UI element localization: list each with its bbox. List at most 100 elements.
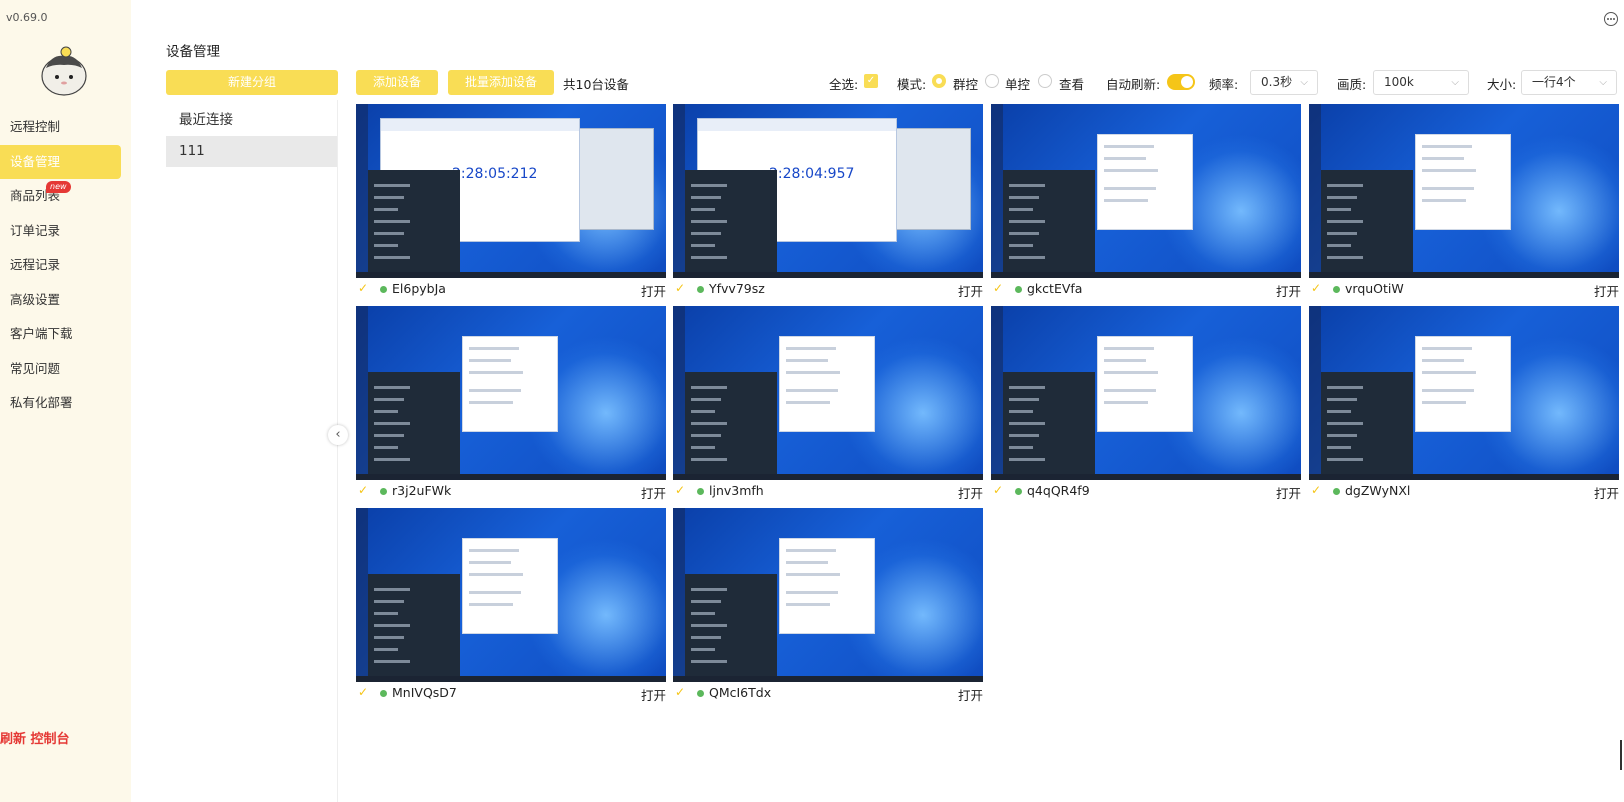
desktop-icons-column [356, 508, 368, 682]
device-screen-thumbnail[interactable] [1309, 104, 1619, 278]
mode-label: 模式: [897, 77, 927, 92]
sidebar-item-device-management[interactable]: 设备管理 [0, 144, 121, 179]
sidebar-item-client-download[interactable]: 客户端下载 [0, 317, 131, 352]
device-card[interactable]: ✓ gkctEVfa 打开 [991, 104, 1301, 300]
mode-view-radio[interactable] [1038, 74, 1052, 88]
quality-select[interactable]: 100k ⌵ [1373, 70, 1469, 95]
desktop-icons-column [673, 104, 685, 278]
device-card[interactable]: ✓ dgZWyNXl 打开 [1309, 306, 1619, 502]
taskbar [356, 676, 666, 682]
selected-check-icon[interactable]: ✓ [993, 281, 1003, 295]
open-device-button[interactable]: 打开 [958, 281, 983, 300]
open-device-button[interactable]: 打开 [1276, 483, 1301, 502]
device-caption: ✓ q4qQR4f9 打开 [991, 482, 1301, 502]
frequency-value: 0.3秒 [1261, 75, 1293, 89]
selected-check-icon[interactable]: ✓ [358, 281, 368, 295]
device-caption: ✓ r3j2uFWk 打开 [356, 482, 666, 502]
select-all-checkbox[interactable]: ✓ [864, 74, 878, 88]
device-card[interactable]: ✓ MnIVQsD7 打开 [356, 508, 666, 704]
device-card[interactable]: ✓ QMcI6Tdx 打开 [673, 508, 983, 704]
group-item-111[interactable]: 111 [166, 136, 337, 167]
device-screen-thumbnail[interactable] [356, 306, 666, 480]
device-screen-thumbnail[interactable]: 2:28:05:212 [356, 104, 666, 278]
sidebar-item-remote-control[interactable]: 远程控制 [0, 110, 131, 145]
app-dialog-window [1415, 336, 1511, 432]
open-device-button[interactable]: 打开 [641, 483, 666, 502]
scrollbar[interactable] [1620, 740, 1622, 770]
selected-check-icon[interactable]: ✓ [358, 685, 368, 699]
auto-refresh-label: 自动刷新: [1106, 77, 1161, 92]
open-device-button[interactable]: 打开 [1594, 483, 1619, 502]
new-group-button[interactable]: 新建分组 [166, 70, 338, 95]
sidebar-item-label: 设备管理 [10, 153, 61, 169]
mode-single-radio[interactable] [985, 74, 999, 88]
selected-check-icon[interactable]: ✓ [675, 281, 685, 295]
device-card[interactable]: 2:28:05:212 ✓ El6pybJa 打开 [356, 104, 666, 300]
device-card[interactable]: ✓ vrquOtiW 打开 [1309, 104, 1619, 300]
open-device-button[interactable]: 打开 [1594, 281, 1619, 300]
frequency-label: 频率: [1209, 77, 1239, 92]
mode-view-label[interactable]: 查看 [1059, 74, 1084, 93]
open-device-button[interactable]: 打开 [641, 685, 666, 704]
device-screen-thumbnail[interactable]: 2:28:04:957 [673, 104, 983, 278]
open-device-button[interactable]: 打开 [641, 281, 666, 300]
device-card[interactable]: ✓ r3j2uFWk 打开 [356, 306, 666, 502]
mode-group-label[interactable]: 群控 [953, 74, 978, 93]
open-device-button[interactable]: 打开 [958, 483, 983, 502]
online-status-dot [1333, 286, 1340, 293]
selected-check-icon[interactable]: ✓ [675, 483, 685, 497]
start-menu-panel [1003, 372, 1095, 474]
start-menu-panel [368, 372, 460, 474]
auto-refresh-toggle[interactable] [1167, 74, 1195, 90]
device-card[interactable]: ✓ ljnv3mfh 打开 [673, 306, 983, 502]
group-item-recent[interactable]: 最近连接 [166, 105, 337, 136]
device-card[interactable]: 2:28:04:957 ✓ Yfvv79sz 打开 [673, 104, 983, 300]
size-select[interactable]: 一行4个 ⌵ [1521, 70, 1617, 95]
app-window: v0.69.0 远程控制 设备管理 商品列表 new 订单记录 远程记录 高级设置… [0, 0, 1624, 802]
device-screen-thumbnail[interactable] [1309, 306, 1619, 480]
frequency-select[interactable]: 0.3秒 ⌵ [1250, 70, 1318, 95]
chevron-left-icon: ‹ [335, 427, 341, 442]
app-dialog-window [1097, 336, 1193, 432]
mode-single-label[interactable]: 单控 [1005, 74, 1030, 93]
device-card[interactable]: ✓ q4qQR4f9 打开 [991, 306, 1301, 502]
device-screen-thumbnail[interactable] [991, 306, 1301, 480]
sidebar-item-label: 远程记录 [10, 257, 61, 272]
sidebar-item-label: 高级设置 [10, 291, 61, 307]
sidebar-item-label: 远程控制 [10, 119, 61, 134]
taskbar [673, 272, 983, 278]
sidebar-item-remote-records[interactable]: 远程记录 [0, 248, 131, 283]
sidebar-item-label: 订单记录 [10, 222, 61, 238]
refresh-console-link[interactable]: 刷新 控制台 [0, 728, 70, 747]
page-title: 设备管理 [166, 44, 220, 60]
mode-group-radio[interactable] [932, 74, 946, 88]
taskbar [991, 272, 1301, 278]
sidebar-item-advanced-settings[interactable]: 高级设置 [0, 283, 131, 318]
device-screen-thumbnail[interactable] [356, 508, 666, 682]
online-status-dot [1015, 488, 1022, 495]
sidebar-item-private-deploy[interactable]: 私有化部署 [0, 386, 131, 421]
start-menu-panel [1321, 372, 1413, 474]
selected-check-icon[interactable]: ✓ [1311, 281, 1321, 295]
more-options-icon[interactable] [1604, 12, 1618, 26]
sidebar-item-faq[interactable]: 常见问题 [0, 352, 131, 387]
device-screen-thumbnail[interactable] [991, 104, 1301, 278]
selected-check-icon[interactable]: ✓ [358, 483, 368, 497]
batch-add-device-button[interactable]: 批量添加设备 [448, 70, 554, 95]
selected-check-icon[interactable]: ✓ [1311, 483, 1321, 497]
open-device-button[interactable]: 打开 [1276, 281, 1301, 300]
sidebar-item-product-list[interactable]: 商品列表 new [0, 179, 131, 214]
selected-check-icon[interactable]: ✓ [993, 483, 1003, 497]
open-device-button[interactable]: 打开 [958, 685, 983, 704]
chevron-down-icon: ⌵ [1599, 77, 1607, 88]
device-caption: ✓ gkctEVfa 打开 [991, 280, 1301, 300]
device-screen-thumbnail[interactable] [673, 508, 983, 682]
add-device-button[interactable]: 添加设备 [356, 70, 438, 95]
online-status-dot [1333, 488, 1340, 495]
start-menu-panel [368, 170, 460, 272]
selected-check-icon[interactable]: ✓ [675, 685, 685, 699]
collapse-panel-button[interactable]: ‹ [328, 425, 348, 445]
sidebar-item-order-records[interactable]: 订单记录 [0, 214, 131, 249]
device-screen-thumbnail[interactable] [673, 306, 983, 480]
group-panel: 最近连接 111 [166, 100, 338, 802]
